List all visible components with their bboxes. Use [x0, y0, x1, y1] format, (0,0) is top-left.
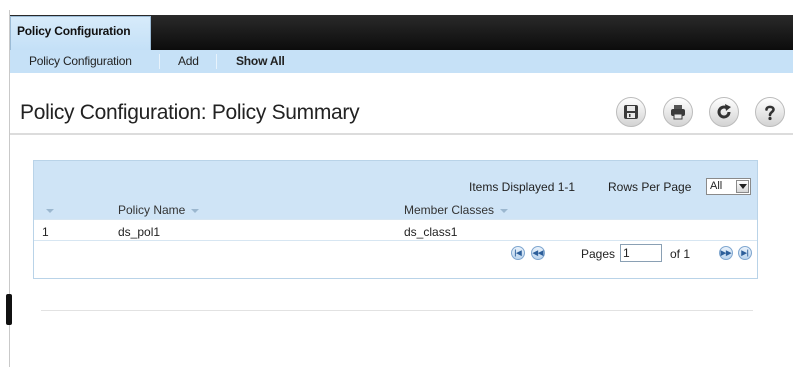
- sub-navigation: Policy Configuration Add Show All: [10, 50, 793, 73]
- page-number-input[interactable]: [620, 244, 662, 262]
- table-header: Items Displayed 1-1 Rows Per Page All Po…: [34, 161, 757, 219]
- sort-arrow-icon: [191, 208, 200, 213]
- help-icon: [765, 105, 775, 121]
- subnav-divider: [159, 54, 160, 69]
- sort-arrow-icon: [500, 208, 509, 213]
- policy-name-cell: ds_pol1: [118, 225, 161, 239]
- bottom-divider: [41, 310, 753, 311]
- rows-per-page-label: Rows Per Page: [608, 180, 692, 194]
- column-header-policy-name[interactable]: Policy Name: [118, 203, 200, 217]
- previous-page-icon[interactable]: ◀◀: [531, 246, 545, 260]
- pages-label: Pages: [581, 247, 616, 261]
- column-header-label: Member Classes: [404, 203, 495, 217]
- items-displayed-text: Items Displayed 1-1: [469, 180, 576, 194]
- title-divider: [10, 133, 793, 135]
- row-index: 1: [42, 225, 49, 239]
- column-header-member-classes[interactable]: Member Classes: [404, 203, 509, 217]
- rows-per-page-select[interactable]: All: [706, 178, 751, 195]
- save-icon: [624, 105, 638, 119]
- table-row[interactable]: 1 ds_pol1 ds_class1: [34, 219, 757, 241]
- column-header-label: Policy Name: [118, 203, 186, 217]
- refresh-icon: [717, 104, 731, 119]
- sort-arrow-icon: [46, 208, 54, 213]
- table-pager: |◀ ◀◀ Pages of 1 ▶▶ ▶|: [34, 241, 757, 278]
- subnav-add[interactable]: Add: [178, 54, 199, 68]
- app-frame: Policy Configuration Policy Configuratio…: [9, 10, 793, 367]
- first-page-icon[interactable]: |◀: [511, 246, 525, 260]
- subnav-show-all[interactable]: Show All: [236, 54, 285, 68]
- policy-summary-table: Items Displayed 1-1 Rows Per Page All Po…: [33, 160, 758, 279]
- rows-per-page-value: All: [710, 180, 723, 192]
- resize-handle[interactable]: [6, 294, 12, 325]
- index-column-sort[interactable]: [46, 203, 54, 217]
- page-count-label: of 1: [670, 247, 691, 261]
- tab-policy-configuration[interactable]: Policy Configuration: [10, 16, 151, 50]
- chevron-down-icon[interactable]: [736, 180, 749, 193]
- print-button[interactable]: [663, 97, 693, 127]
- member-classes-cell: ds_class1: [404, 225, 458, 239]
- subnav-policy-configuration[interactable]: Policy Configuration: [29, 54, 132, 68]
- page-title: Policy Configuration: Policy Summary: [20, 101, 360, 124]
- refresh-button[interactable]: [709, 97, 739, 127]
- help-button[interactable]: [755, 97, 785, 127]
- print-icon: [671, 105, 685, 120]
- next-page-icon[interactable]: ▶▶: [719, 246, 733, 260]
- last-page-icon[interactable]: ▶|: [738, 246, 752, 260]
- save-button[interactable]: [616, 97, 646, 127]
- subnav-divider: [216, 54, 217, 69]
